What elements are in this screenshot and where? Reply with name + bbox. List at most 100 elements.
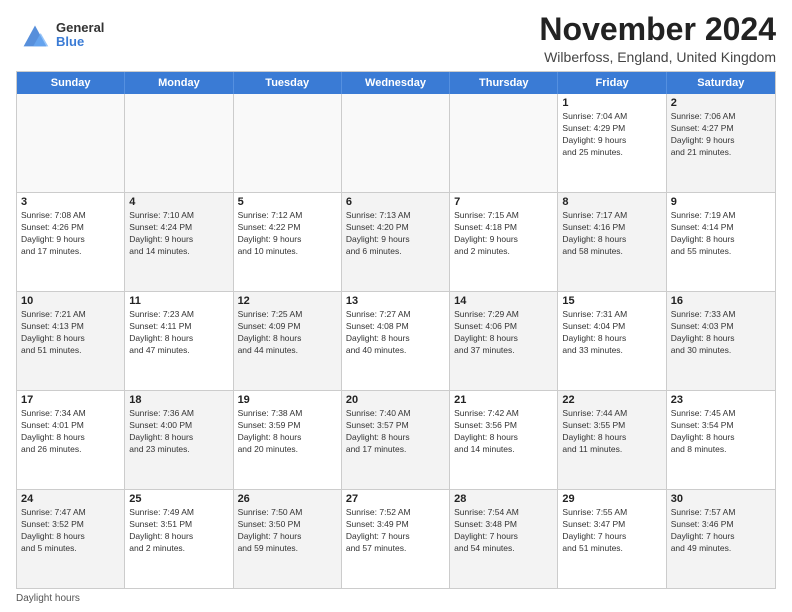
day-info-7: Sunrise: 7:15 AM Sunset: 4:18 PM Dayligh…	[454, 210, 553, 258]
header-thursday: Thursday	[450, 72, 558, 94]
calendar-cell-r0-c0	[17, 94, 125, 192]
calendar-cell-r2-c0: 10 Sunrise: 7:21 AM Sunset: 4:13 PM Dayli…	[17, 292, 125, 390]
day-info-24: Sunrise: 7:47 AM Sunset: 3:52 PM Dayligh…	[21, 507, 120, 555]
calendar-cell-r4-c2: 26 Sunrise: 7:50 AM Sunset: 3:50 PM Dayli…	[234, 490, 342, 588]
day-info-28: Sunrise: 7:54 AM Sunset: 3:48 PM Dayligh…	[454, 507, 553, 555]
calendar-cell-r2-c5: 15Sunrise: 7:31 AM Sunset: 4:04 PM Dayli…	[558, 292, 666, 390]
logo-blue-label: Blue	[56, 35, 104, 49]
day-number-23: 23	[671, 394, 771, 406]
calendar-body: 1 Sunrise: 7:04 AM Sunset: 4:29 PM Daylig…	[17, 94, 775, 588]
calendar-cell-r3-c6: 23 Sunrise: 7:45 AM Sunset: 3:54 PM Dayli…	[667, 391, 775, 489]
calendar-cell-r3-c4: 21 Sunrise: 7:42 AM Sunset: 3:56 PM Dayli…	[450, 391, 558, 489]
day-number-21: 21	[454, 394, 553, 406]
calendar-cell-r1-c3: 6 Sunrise: 7:13 AM Sunset: 4:20 PM Daylig…	[342, 193, 450, 291]
day-info-18: Sunrise: 7:36 AM Sunset: 4:00 PM Dayligh…	[129, 408, 228, 456]
day-number-29: 29	[562, 493, 661, 505]
calendar-cell-r0-c4	[450, 94, 558, 192]
month-title: November 2024	[539, 12, 776, 47]
calendar-cell-r1-c6: 9 Sunrise: 7:19 AM Sunset: 4:14 PM Daylig…	[667, 193, 775, 291]
calendar-cell-r3-c3: 20 Sunrise: 7:40 AM Sunset: 3:57 PM Dayli…	[342, 391, 450, 489]
day-info-5: Sunrise: 7:12 AM Sunset: 4:22 PM Dayligh…	[238, 210, 337, 258]
calendar-row-0: 1 Sunrise: 7:04 AM Sunset: 4:29 PM Daylig…	[17, 94, 775, 192]
day-number-10: 10	[21, 295, 120, 307]
day-info-9: Sunrise: 7:19 AM Sunset: 4:14 PM Dayligh…	[671, 210, 771, 258]
day-info-23: Sunrise: 7:45 AM Sunset: 3:54 PM Dayligh…	[671, 408, 771, 456]
day-info-3: Sunrise: 7:08 AM Sunset: 4:26 PM Dayligh…	[21, 210, 120, 258]
calendar-cell-r3-c5: 22 Sunrise: 7:44 AM Sunset: 3:55 PM Dayli…	[558, 391, 666, 489]
calendar-cell-r3-c0: 17 Sunrise: 7:34 AM Sunset: 4:01 PM Dayli…	[17, 391, 125, 489]
day-number-22: 22	[562, 394, 661, 406]
calendar-row-3: 17 Sunrise: 7:34 AM Sunset: 4:01 PM Dayli…	[17, 390, 775, 489]
header-friday: Friday	[558, 72, 666, 94]
day-number-30: 30	[671, 493, 771, 505]
calendar-cell-r1-c0: 3 Sunrise: 7:08 AM Sunset: 4:26 PM Daylig…	[17, 193, 125, 291]
calendar-row-1: 3 Sunrise: 7:08 AM Sunset: 4:26 PM Daylig…	[17, 192, 775, 291]
day-number-4: 4	[129, 196, 228, 208]
calendar-cell-r1-c2: 5 Sunrise: 7:12 AM Sunset: 4:22 PM Daylig…	[234, 193, 342, 291]
day-number-26: 26	[238, 493, 337, 505]
day-info-4: Sunrise: 7:10 AM Sunset: 4:24 PM Dayligh…	[129, 210, 228, 258]
day-number-24: 24	[21, 493, 120, 505]
calendar-cell-r4-c1: 25 Sunrise: 7:49 AM Sunset: 3:51 PM Dayli…	[125, 490, 233, 588]
calendar-cell-r3-c2: 19 Sunrise: 7:38 AM Sunset: 3:59 PM Dayli…	[234, 391, 342, 489]
day-info-1: Sunrise: 7:04 AM Sunset: 4:29 PM Dayligh…	[562, 111, 661, 159]
day-info-27: Sunrise: 7:52 AM Sunset: 3:49 PM Dayligh…	[346, 507, 445, 555]
day-info-12: Sunrise: 7:25 AM Sunset: 4:09 PM Dayligh…	[238, 309, 337, 357]
calendar-cell-r2-c3: 13 Sunrise: 7:27 AM Sunset: 4:08 PM Dayli…	[342, 292, 450, 390]
day-number-12: 12	[238, 295, 337, 307]
day-number-27: 27	[346, 493, 445, 505]
day-number-15: 15	[562, 295, 661, 307]
day-number-3: 3	[21, 196, 120, 208]
day-number-9: 9	[671, 196, 771, 208]
logo: General Blue	[16, 16, 104, 54]
calendar-cell-r4-c3: 27 Sunrise: 7:52 AM Sunset: 3:49 PM Dayli…	[342, 490, 450, 588]
day-info-22: Sunrise: 7:44 AM Sunset: 3:55 PM Dayligh…	[562, 408, 661, 456]
calendar-cell-r3-c1: 18Sunrise: 7:36 AM Sunset: 4:00 PM Dayli…	[125, 391, 233, 489]
calendar-cell-r4-c4: 28Sunrise: 7:54 AM Sunset: 3:48 PM Dayli…	[450, 490, 558, 588]
day-info-21: Sunrise: 7:42 AM Sunset: 3:56 PM Dayligh…	[454, 408, 553, 456]
calendar-cell-r0-c6: 2Sunrise: 7:06 AM Sunset: 4:27 PM Daylig…	[667, 94, 775, 192]
header-saturday: Saturday	[667, 72, 775, 94]
calendar-cell-r2-c6: 16 Sunrise: 7:33 AM Sunset: 4:03 PM Dayli…	[667, 292, 775, 390]
day-number-17: 17	[21, 394, 120, 406]
day-number-5: 5	[238, 196, 337, 208]
day-info-25: Sunrise: 7:49 AM Sunset: 3:51 PM Dayligh…	[129, 507, 228, 555]
day-number-19: 19	[238, 394, 337, 406]
calendar-header: Sunday Monday Tuesday Wednesday Thursday…	[17, 72, 775, 94]
day-info-20: Sunrise: 7:40 AM Sunset: 3:57 PM Dayligh…	[346, 408, 445, 456]
logo-icon	[16, 16, 54, 54]
header-wednesday: Wednesday	[342, 72, 450, 94]
header-monday: Monday	[125, 72, 233, 94]
day-number-11: 11	[129, 295, 228, 307]
subtitle: Wilberfoss, England, United Kingdom	[539, 49, 776, 65]
day-info-14: Sunrise: 7:29 AM Sunset: 4:06 PM Dayligh…	[454, 309, 553, 357]
day-info-6: Sunrise: 7:13 AM Sunset: 4:20 PM Dayligh…	[346, 210, 445, 258]
day-number-20: 20	[346, 394, 445, 406]
day-info-19: Sunrise: 7:38 AM Sunset: 3:59 PM Dayligh…	[238, 408, 337, 456]
day-number-14: 14	[454, 295, 553, 307]
calendar-cell-r4-c6: 30 Sunrise: 7:57 AM Sunset: 3:46 PM Dayli…	[667, 490, 775, 588]
day-number-16: 16	[671, 295, 771, 307]
day-info-17: Sunrise: 7:34 AM Sunset: 4:01 PM Dayligh…	[21, 408, 120, 456]
day-info-10: Sunrise: 7:21 AM Sunset: 4:13 PM Dayligh…	[21, 309, 120, 357]
calendar-cell-r2-c1: 11 Sunrise: 7:23 AM Sunset: 4:11 PM Dayli…	[125, 292, 233, 390]
calendar-cell-r1-c1: 4 Sunrise: 7:10 AM Sunset: 4:24 PM Daylig…	[125, 193, 233, 291]
calendar-row-4: 24 Sunrise: 7:47 AM Sunset: 3:52 PM Dayli…	[17, 489, 775, 588]
calendar-cell-r0-c1	[125, 94, 233, 192]
day-info-13: Sunrise: 7:27 AM Sunset: 4:08 PM Dayligh…	[346, 309, 445, 357]
day-info-30: Sunrise: 7:57 AM Sunset: 3:46 PM Dayligh…	[671, 507, 771, 555]
day-number-13: 13	[346, 295, 445, 307]
calendar-cell-r4-c5: 29 Sunrise: 7:55 AM Sunset: 3:47 PM Dayli…	[558, 490, 666, 588]
day-info-29: Sunrise: 7:55 AM Sunset: 3:47 PM Dayligh…	[562, 507, 661, 555]
day-info-16: Sunrise: 7:33 AM Sunset: 4:03 PM Dayligh…	[671, 309, 771, 357]
day-info-11: Sunrise: 7:23 AM Sunset: 4:11 PM Dayligh…	[129, 309, 228, 357]
day-info-26: Sunrise: 7:50 AM Sunset: 3:50 PM Dayligh…	[238, 507, 337, 555]
day-info-8: Sunrise: 7:17 AM Sunset: 4:16 PM Dayligh…	[562, 210, 661, 258]
day-info-2: Sunrise: 7:06 AM Sunset: 4:27 PM Dayligh…	[671, 111, 771, 159]
logo-general-label: General	[56, 21, 104, 35]
calendar-cell-r1-c4: 7Sunrise: 7:15 AM Sunset: 4:18 PM Daylig…	[450, 193, 558, 291]
footer-note: Daylight hours	[16, 593, 776, 604]
day-number-25: 25	[129, 493, 228, 505]
day-number-1: 1	[562, 97, 661, 109]
day-number-6: 6	[346, 196, 445, 208]
